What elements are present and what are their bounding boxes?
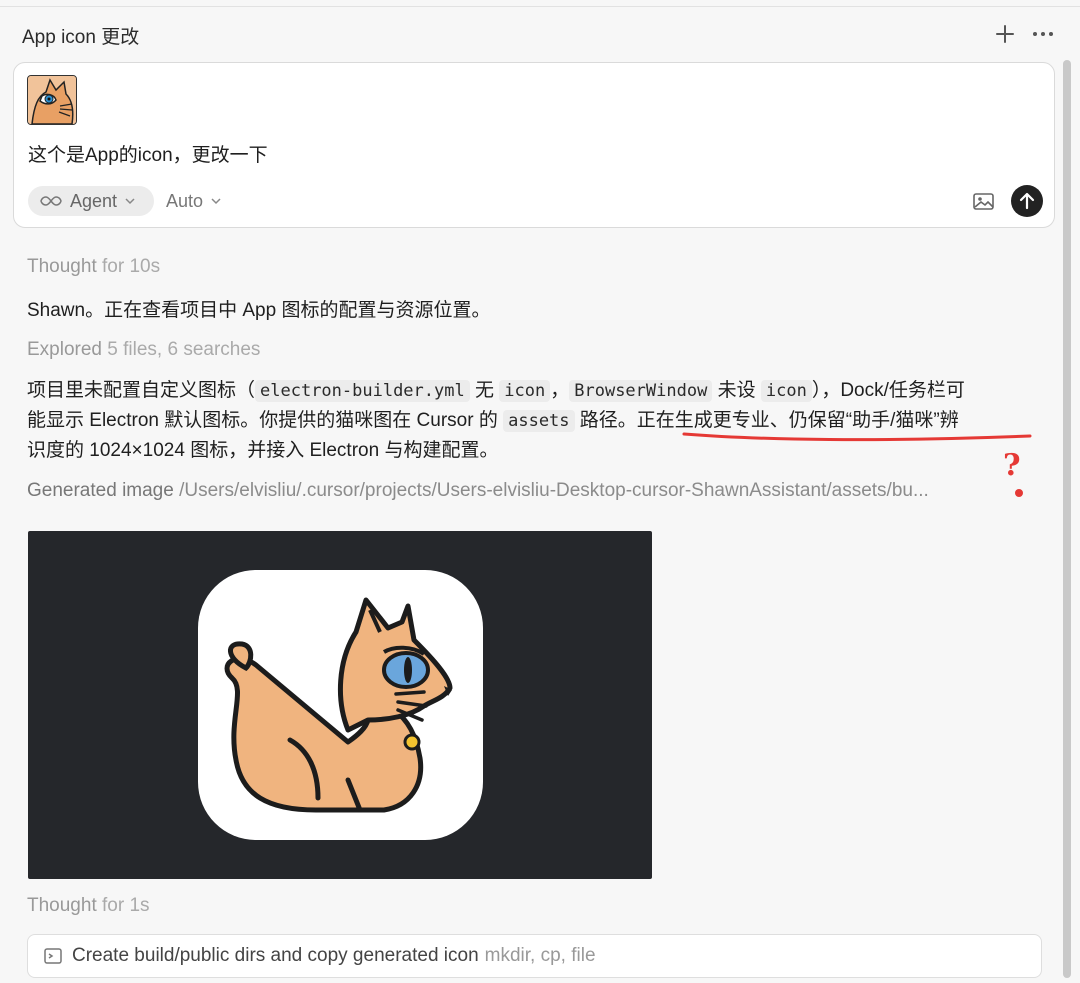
generated-label: Generated image: [27, 480, 174, 501]
plus-icon[interactable]: [991, 20, 1019, 48]
text-span: 能显示 Electron 默认图标。你提供的猫咪图在 Cursor 的: [27, 410, 504, 431]
chat-title: App icon 更改: [22, 27, 140, 48]
chevron-down-icon: [125, 198, 135, 205]
cat-icon: [28, 76, 76, 124]
assistant-paragraph: 项目里未配置自定义图标（ electron-builder.yml 无 icon，…: [27, 376, 1042, 466]
assistant-status-line: Shawn。正在查看项目中 App 图标的配置与资源位置。: [27, 300, 491, 321]
text-span: 项目里未配置自定义图标（: [27, 380, 256, 401]
more-icon[interactable]: [1029, 20, 1057, 48]
text-span: 识度的 1024×1024 图标，并接入 Electron 与构建配置。: [27, 440, 499, 461]
explored-summary[interactable]: Explored 5 files, 6 searches: [27, 339, 260, 361]
code-assets: assets: [503, 410, 575, 432]
thought-label: Thought: [27, 256, 97, 277]
chat-panel: App icon 更改 这个是App的icon，更改一下 Agent Auto …: [0, 0, 1080, 983]
app-icon-tile: [198, 570, 483, 840]
generated-image-path[interactable]: Generated image /Users/elvisliu/.cursor/…: [27, 480, 1045, 502]
tool-command: Create build/public dirs and copy genera…: [72, 945, 479, 966]
agent-mode-selector[interactable]: Agent: [28, 186, 154, 216]
explored-label: Explored: [27, 339, 102, 360]
scrollbar[interactable]: [1061, 58, 1073, 983]
thought-duration: for 10s: [102, 256, 161, 277]
thought-indicator[interactable]: Thought for 10s: [27, 256, 160, 278]
attached-image-thumbnail[interactable]: [27, 75, 77, 125]
agent-mode-label: Agent: [70, 190, 118, 211]
text-span: 未设: [712, 380, 761, 401]
message-composer[interactable]: 这个是App的icon，更改一下 Agent Auto: [13, 62, 1055, 228]
top-divider: [0, 6, 1080, 7]
generated-image-preview[interactable]: [28, 531, 652, 879]
tool-args: mkdir, cp, file: [484, 945, 596, 966]
chevron-down-icon: [211, 198, 221, 205]
explored-detail: 5 files, 6 searches: [107, 339, 261, 360]
text-span: 无: [469, 380, 500, 401]
model-selector[interactable]: Auto: [166, 188, 221, 214]
text-span: ，: [550, 380, 570, 401]
code-icon: icon: [760, 380, 812, 402]
generated-path-text: /Users/elvisliu/.cursor/projects/Users-e…: [179, 480, 929, 501]
text-span: ），Dock/任务栏可: [811, 380, 965, 401]
image-icon[interactable]: [973, 191, 995, 211]
code-electron-builder: electron-builder.yml: [255, 380, 470, 402]
composer-message[interactable]: 这个是App的icon，更改一下: [28, 140, 268, 167]
red-underline-annotation: [682, 432, 1032, 442]
send-button[interactable]: [1011, 185, 1043, 217]
cat-icon: [224, 597, 453, 813]
code-browserwindow: BrowserWindow: [569, 380, 713, 402]
terminal-icon: [44, 948, 62, 964]
thought-duration: for 1s: [102, 895, 150, 916]
arrow-up-icon: [1019, 192, 1035, 210]
tool-call-row[interactable]: Create build/public dirs and copy genera…: [27, 934, 1042, 978]
infinity-icon: [40, 196, 62, 206]
thought-label: Thought: [27, 895, 97, 916]
question-mark-annotation: ?: [1003, 448, 1021, 483]
scrollbar-thumb[interactable]: [1063, 60, 1071, 978]
thought-indicator[interactable]: Thought for 1s: [27, 895, 150, 917]
paragraph-line: 项目里未配置自定义图标（ electron-builder.yml 无 icon，…: [27, 376, 1042, 406]
code-icon: icon: [499, 380, 551, 402]
model-label: Auto: [166, 190, 204, 211]
